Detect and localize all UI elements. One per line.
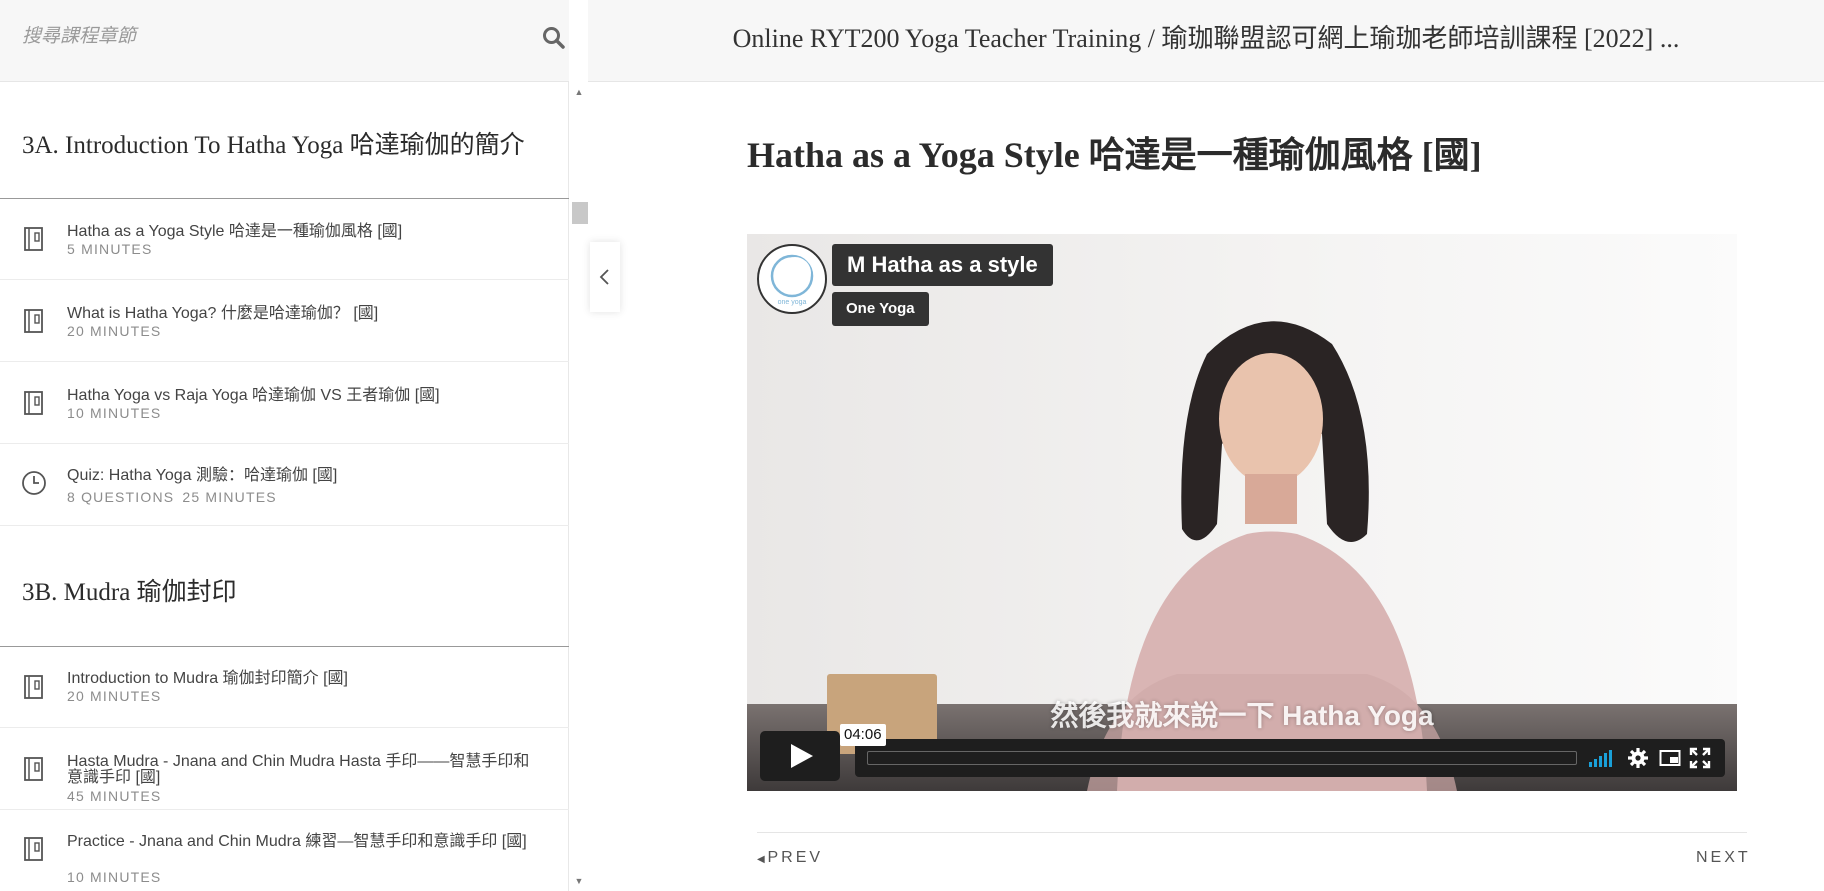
- section-title: 3B. Mudra 瑜伽封印: [22, 579, 237, 606]
- notebook-icon: [20, 389, 48, 417]
- course-header: Online RYT200 Yoga Teacher Training / 瑜珈…: [588, 0, 1824, 82]
- play-icon: [791, 744, 813, 768]
- chevron-left-icon: [597, 267, 613, 292]
- lesson-heading: Hatha as a Yoga Style 哈達是一種瑜伽風格 [國]: [747, 135, 1482, 175]
- curriculum-list: 3A. Introduction To Hatha Yoga 哈達瑜伽的簡介 H…: [0, 82, 569, 891]
- lesson-title: Practice - Jnana and Chin Mudra 練習—智慧手印和…: [67, 833, 527, 850]
- lesson-meta: 10 MINUTES: [67, 869, 161, 885]
- lesson-meta: 45 MINUTES: [67, 788, 161, 804]
- video-subtitle: 然後我就來說一下 Hatha Yoga: [1050, 700, 1434, 731]
- lesson-title: What is Hatha Yoga? 什麼是哈達瑜伽？ [國]: [67, 305, 379, 322]
- one-yoga-logo-icon: one yoga: [770, 254, 814, 306]
- settings-gear-icon[interactable]: [1627, 747, 1649, 769]
- lesson-title: Hatha Yoga vs Raja Yoga 哈達瑜伽 VS 王者瑜伽 [國]: [67, 387, 440, 404]
- lesson-nav-divider: [757, 832, 1747, 833]
- search-input[interactable]: [22, 22, 502, 52]
- prev-lesson-link[interactable]: ◀ PREV: [757, 849, 823, 867]
- notebook-icon: [20, 673, 48, 701]
- volume-icon[interactable]: [1588, 747, 1612, 769]
- video-timecode: 04:06: [840, 724, 886, 746]
- collapse-sidebar-button[interactable]: [590, 242, 620, 312]
- notebook-icon: [20, 225, 48, 253]
- lesson-duration: 5 MINUTES: [67, 241, 153, 257]
- section-title: 3A. Introduction To Hatha Yoga 哈達瑜伽的簡介: [22, 132, 525, 159]
- lesson-item[interactable]: Hatha Yoga vs Raja Yoga 哈達瑜伽 VS 王者瑜伽 [國]…: [0, 363, 569, 444]
- notebook-icon: [20, 755, 48, 783]
- video-byline[interactable]: One Yoga: [832, 292, 929, 326]
- lesson-duration: 10 MINUTES: [67, 405, 162, 421]
- sidebar-scrollbar[interactable]: ▲ ▼: [570, 82, 588, 891]
- scroll-down-icon[interactable]: ▼: [573, 875, 585, 887]
- lesson-item[interactable]: Introduction to Mudra 瑜伽封印簡介 [國] 20 MINU…: [0, 647, 569, 728]
- picture-in-picture-icon[interactable]: [1659, 747, 1681, 769]
- lesson-title: Hatha as a Yoga Style 哈達是一種瑜伽風格 [國]: [67, 223, 403, 240]
- lesson-title: Introduction to Mudra 瑜伽封印簡介 [國]: [67, 670, 348, 687]
- lesson-duration: 20 MINUTES: [67, 323, 162, 339]
- scrollbar-thumb[interactable]: [572, 202, 588, 224]
- next-label: NEXT: [1696, 849, 1751, 866]
- lesson-item[interactable]: What is Hatha Yoga? 什麼是哈達瑜伽？ [國] 20 MINU…: [0, 281, 569, 362]
- video-controls: [855, 739, 1725, 777]
- search-bar: [0, 0, 569, 82]
- search-icon[interactable]: [541, 25, 567, 51]
- lesson-item[interactable]: Hatha as a Yoga Style 哈達是一種瑜伽風格 [國] 5 MI…: [0, 199, 569, 280]
- lesson-meta: 20 MINUTES: [67, 688, 161, 704]
- lesson-item[interactable]: Hasta Mudra - Jnana and Chin Mudra Hasta…: [0, 729, 569, 810]
- lesson-item[interactable]: Practice - Jnana and Chin Mudra 練習—智慧手印和…: [0, 811, 569, 891]
- chevron-left-icon: ◀: [757, 854, 768, 865]
- video-progress-bar[interactable]: [867, 751, 1577, 765]
- lesson-duration: 25 MINUTES: [182, 489, 277, 505]
- lesson-title: Hasta Mudra - Jnana and Chin Mudra Hasta…: [67, 753, 530, 786]
- lesson-duration: 20 MINUTES: [67, 688, 162, 704]
- play-button[interactable]: [760, 731, 840, 781]
- lesson-meta: 8 QUESTIONS 25 MINUTES: [67, 489, 277, 505]
- channel-logo[interactable]: one yoga: [757, 244, 827, 314]
- course-sidebar: 3A. Introduction To Hatha Yoga 哈達瑜伽的簡介 H…: [0, 0, 569, 891]
- clock-icon: [20, 469, 48, 497]
- lesson-title: Quiz: Hatha Yoga 測驗：哈達瑜伽 [國]: [67, 467, 338, 484]
- quiz-item[interactable]: Quiz: Hatha Yoga 測驗：哈達瑜伽 [國] 8 QUESTIONS…: [0, 445, 569, 526]
- lesson-meta: 10 MINUTES: [67, 405, 161, 421]
- fullscreen-icon[interactable]: [1689, 747, 1711, 769]
- lesson-duration: 45 MINUTES: [67, 788, 162, 804]
- video-title[interactable]: M Hatha as a style: [832, 244, 1053, 286]
- course-title: Online RYT200 Yoga Teacher Training / 瑜珈…: [732, 24, 1680, 53]
- scroll-up-icon[interactable]: ▲: [573, 86, 585, 98]
- logo-text: one yoga: [778, 299, 807, 306]
- prev-label: PREV: [767, 849, 824, 866]
- quiz-question-count: 8 QUESTIONS: [67, 489, 175, 505]
- notebook-icon: [20, 835, 48, 863]
- lesson-meta: 5 MINUTES: [67, 241, 152, 257]
- lesson-duration: 10 MINUTES: [67, 869, 162, 885]
- video-player[interactable]: one yoga M Hatha as a style One Yoga 然後我…: [747, 234, 1737, 791]
- next-lesson-link[interactable]: NEXT: [1696, 849, 1751, 867]
- notebook-icon: [20, 307, 48, 335]
- lesson-meta: 20 MINUTES: [67, 323, 161, 339]
